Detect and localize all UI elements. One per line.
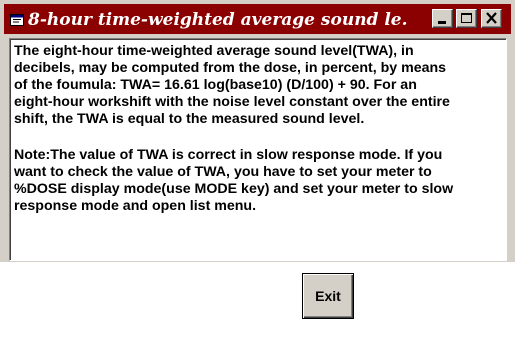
- exit-button[interactable]: Exit: [302, 273, 354, 319]
- maximize-button[interactable]: [456, 9, 477, 28]
- minimize-button[interactable]: [432, 9, 453, 28]
- twa-note-paragraph: Note:The value of TWA is correct in slow…: [14, 147, 454, 214]
- title-bar[interactable]: 8-hour time-weighted average sound le...: [4, 4, 511, 34]
- dialog-window: 8-hour time-weighted average sound le...…: [0, 0, 515, 337]
- twa-description-paragraph: The eight-hour time-weighted average sou…: [14, 43, 450, 127]
- maximize-icon: [461, 13, 472, 23]
- description-text-area[interactable]: The eight-hour time-weighted average sou…: [9, 38, 507, 261]
- window-title: 8-hour time-weighted average sound le...: [28, 10, 408, 30]
- close-button[interactable]: [481, 9, 502, 28]
- window-app-icon: [10, 13, 24, 26]
- button-area: [0, 262, 515, 337]
- minimize-icon: [438, 21, 446, 24]
- close-icon: [486, 12, 497, 24]
